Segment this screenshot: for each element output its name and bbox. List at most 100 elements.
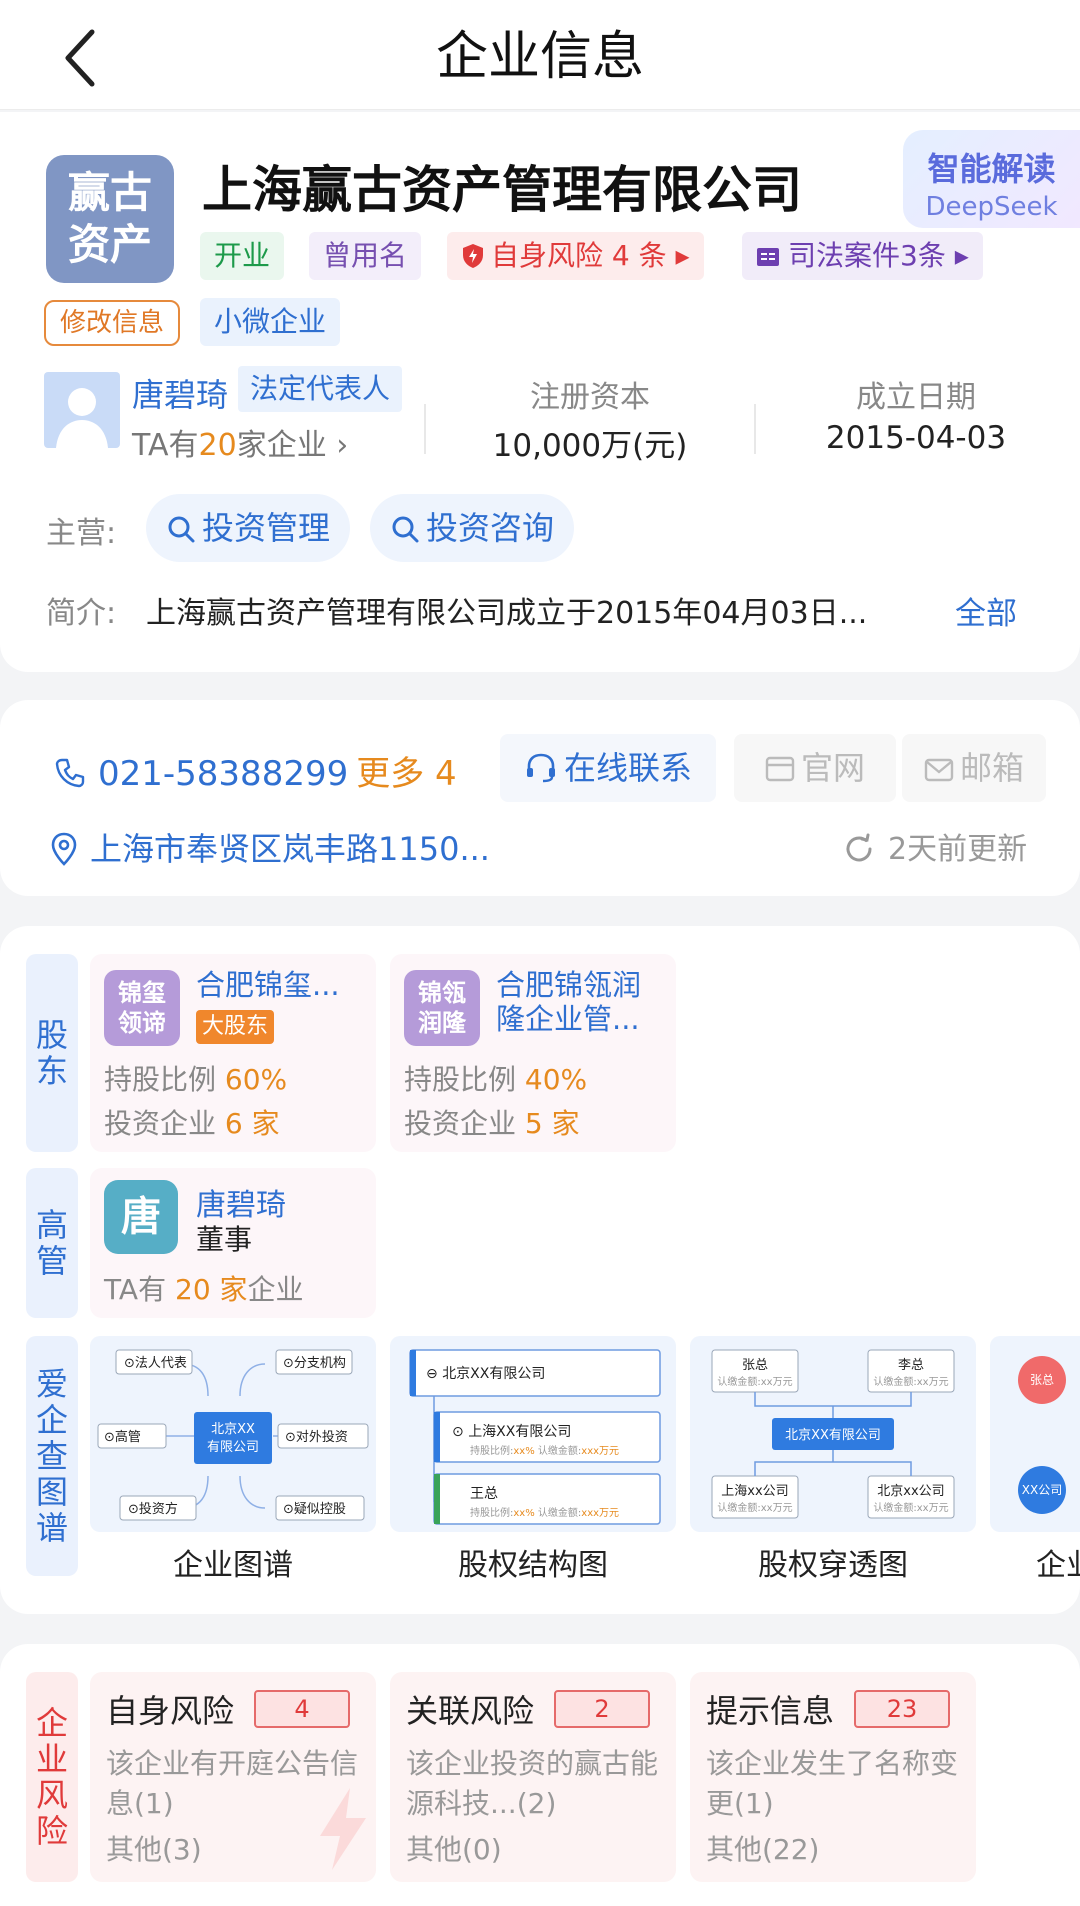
graph-4-label[interactable]: 企业	[1036, 1540, 1080, 1584]
location-pin-icon	[51, 832, 77, 866]
self-risk-tag[interactable]: 自身风险 4 条 ▸	[447, 232, 704, 280]
penetration-node: 张总	[742, 1358, 768, 1373]
graph-node: ⊙疑似控股	[283, 1501, 346, 1517]
graph-node: ⊙对外投资	[285, 1429, 348, 1445]
equity-root: ⊖ 北京XX有限公司	[426, 1366, 545, 1382]
risk-title: 自身风险	[106, 1692, 235, 1730]
equity-structure-thumbnail[interactable]: ⊖ 北京XX有限公司 ⊙ 上海XX有限公司 持股比例:xx% 认缴金额:xxx万…	[390, 1336, 676, 1532]
shareholders-label: 股东	[26, 954, 78, 1152]
penetration-meta: 认缴金额:xx万元	[873, 1375, 948, 1388]
risk-count-badge: 4	[254, 1690, 350, 1728]
risk-title: 提示信息	[706, 1692, 835, 1730]
self-risk-card[interactable]: 自身风险 4 该企业有开庭公告信息(1) 其他(3)	[90, 1672, 376, 1882]
shareholder-name[interactable]: 合肥锦玺...	[196, 968, 366, 1002]
risk-count-badge: 23	[854, 1690, 950, 1728]
phone-icon	[55, 758, 85, 788]
penetration-meta: 认缴金额:xx万元	[717, 1501, 792, 1514]
shareholder-logo: 锦瓴 润隆	[404, 970, 480, 1046]
notice-info-card[interactable]: 提示信息 23 该企业发生了名称变更(1) 其他(22)	[690, 1672, 976, 1882]
shareholder-card[interactable]: 锦玺 领谛 合肥锦玺... 大股东 持股比例 60% 投资企业 6 家	[90, 954, 376, 1152]
divider	[754, 404, 756, 454]
related-risk-card[interactable]: 关联风险 2 该企业投资的赢古能源科技...(2) 其他(0)	[390, 1672, 676, 1882]
status-badge: 开业	[200, 232, 285, 280]
graph-node: ⊙高管	[104, 1429, 141, 1445]
executives-label: 高管	[26, 1168, 78, 1318]
major-shareholder-badge: 大股东	[196, 1010, 275, 1044]
executive-logo: 唐	[104, 1180, 178, 1254]
shield-icon	[463, 244, 483, 268]
equity-child1: ⊙ 上海XX有限公司	[452, 1424, 571, 1440]
divider	[424, 404, 426, 454]
risk-other: 其他(0)	[406, 1833, 502, 1866]
update-status[interactable]: 2天前更新	[842, 824, 1027, 868]
company-size-tag: 小微企业	[200, 298, 341, 346]
equity-structure-label[interactable]: 股权结构图	[390, 1540, 676, 1584]
enterprise-graph-center-line1: 北京XX	[211, 1422, 255, 1437]
avatar[interactable]	[44, 372, 120, 448]
executive-card[interactable]: 唐 唐碧琦 董事 TA有 20 家企业	[90, 1168, 376, 1318]
shareholder-ratio: 持股比例 40%	[404, 1063, 588, 1096]
equity-meta: 持股比例:xx% 认缴金额:xxx万元	[470, 1506, 619, 1519]
graph-node: ⊙分支机构	[283, 1356, 346, 1371]
business-tag-investment-consult[interactable]: 投资咨询	[370, 494, 575, 562]
phone-number[interactable]: 021-58388299 更多 4	[54, 746, 457, 795]
penetration-node: 李总	[898, 1358, 924, 1373]
shareholder-logo: 锦玺 领谛	[104, 970, 180, 1046]
capital-label: 注册资本	[530, 380, 650, 415]
business-label: 主营:	[46, 516, 117, 551]
enterprise-graph-4-thumbnail[interactable]: 张总 XX公司	[990, 1336, 1080, 1532]
intro-label: 简介:	[46, 596, 117, 631]
equity-penetration-label[interactable]: 股权穿透图	[690, 1540, 976, 1584]
founded-label: 成立日期	[856, 380, 976, 415]
judicial-cases-tag[interactable]: 司法案件3条 ▸	[742, 232, 983, 280]
address-link[interactable]: 上海市奉贤区岚丰路1150...	[50, 824, 490, 870]
penetration-center: 北京XX有限公司	[785, 1428, 881, 1443]
refresh-icon	[846, 833, 872, 862]
risk-other: 其他(3)	[106, 1833, 202, 1866]
risk-desc: 该企业发生了名称变更(1)	[706, 1747, 959, 1820]
website-button[interactable]: 官网	[734, 734, 896, 802]
company-logo: 赢古 资产	[46, 155, 174, 283]
risk-desc: 该企业投资的赢古能源科技...(2)	[406, 1747, 659, 1820]
online-contact-button[interactable]: 在线联系	[500, 734, 716, 802]
lightning-icon	[320, 1788, 366, 1870]
founded-value: 2015-04-03	[825, 420, 1007, 456]
shareholder-card[interactable]: 锦瓴 润隆 合肥锦瓴润隆企业管... 持股比例 40% 投资企业 5 家	[390, 954, 676, 1152]
edit-info-button[interactable]: 修改信息	[44, 300, 181, 346]
intro-all-link[interactable]: 全部	[955, 588, 1017, 633]
legal-rep-companies-link[interactable]: TA有20家企业 ›	[132, 420, 348, 464]
enterprise-graph-center-line2: 有限公司	[207, 1440, 259, 1455]
shareholder-name[interactable]: 合肥锦瓴润隆企业管...	[496, 968, 666, 1036]
penetration-meta: 认缴金额:xx万元	[873, 1501, 948, 1514]
risk-count-badge: 2	[554, 1690, 650, 1728]
executive-role: 董事	[196, 1223, 253, 1256]
search-icon	[168, 516, 195, 543]
page-title: 企业信息	[435, 27, 644, 87]
shareholder-investments: 投资企业 6 家	[104, 1107, 280, 1140]
more-phones-link[interactable]: 更多 4	[356, 754, 456, 794]
equity-penetration-thumbnail[interactable]: 北京XX有限公司 张总 李总 上海xx公司 北京xx公司 认缴金额:xx万元 认…	[690, 1336, 976, 1532]
email-button[interactable]: 邮箱	[902, 734, 1046, 802]
equity-meta: 持股比例:xx% 认缴金额:xxx万元	[470, 1444, 619, 1457]
company-name: 上海赢古资产管理有限公司	[202, 161, 802, 219]
capital-value: 10,000万(元)	[492, 428, 688, 464]
equity-child2: 王总	[470, 1486, 498, 1502]
business-tag-investment-mgmt[interactable]: 投资管理	[146, 494, 351, 562]
risk-title: 关联风险	[406, 1692, 535, 1730]
headset-icon	[526, 753, 555, 783]
enterprise-graph-label[interactable]: 企业图谱	[90, 1540, 376, 1584]
penetration-node: 上海xx公司	[721, 1484, 788, 1499]
legal-rep-role-tag: 法定代表人	[238, 366, 403, 412]
graph-4-node: XX公司	[1022, 1483, 1062, 1497]
ai-interpret-button[interactable]: 智能解读 DeepSeek	[903, 130, 1080, 228]
enterprise-graph-thumbnail[interactable]: 北京XX 有限公司 ⊙法人代表 ⊙分支机构 ⊙高管 ⊙对外投资 ⊙投资方 ⊙疑似…	[90, 1336, 376, 1532]
penetration-meta: 认缴金额:xx万元	[717, 1375, 792, 1388]
penetration-node: 北京xx公司	[877, 1484, 944, 1499]
legal-rep-name[interactable]: 唐碧琦	[132, 370, 228, 416]
shareholder-investments: 投资企业 5 家	[404, 1107, 580, 1140]
top-bar: 企业信息	[0, 0, 1080, 110]
risk-label: 企业风险	[26, 1672, 78, 1882]
graphs-label: 爱企查图谱	[26, 1336, 78, 1576]
graph-4-node: 张总	[1030, 1373, 1054, 1387]
former-name-tag[interactable]: 曾用名	[309, 232, 422, 280]
